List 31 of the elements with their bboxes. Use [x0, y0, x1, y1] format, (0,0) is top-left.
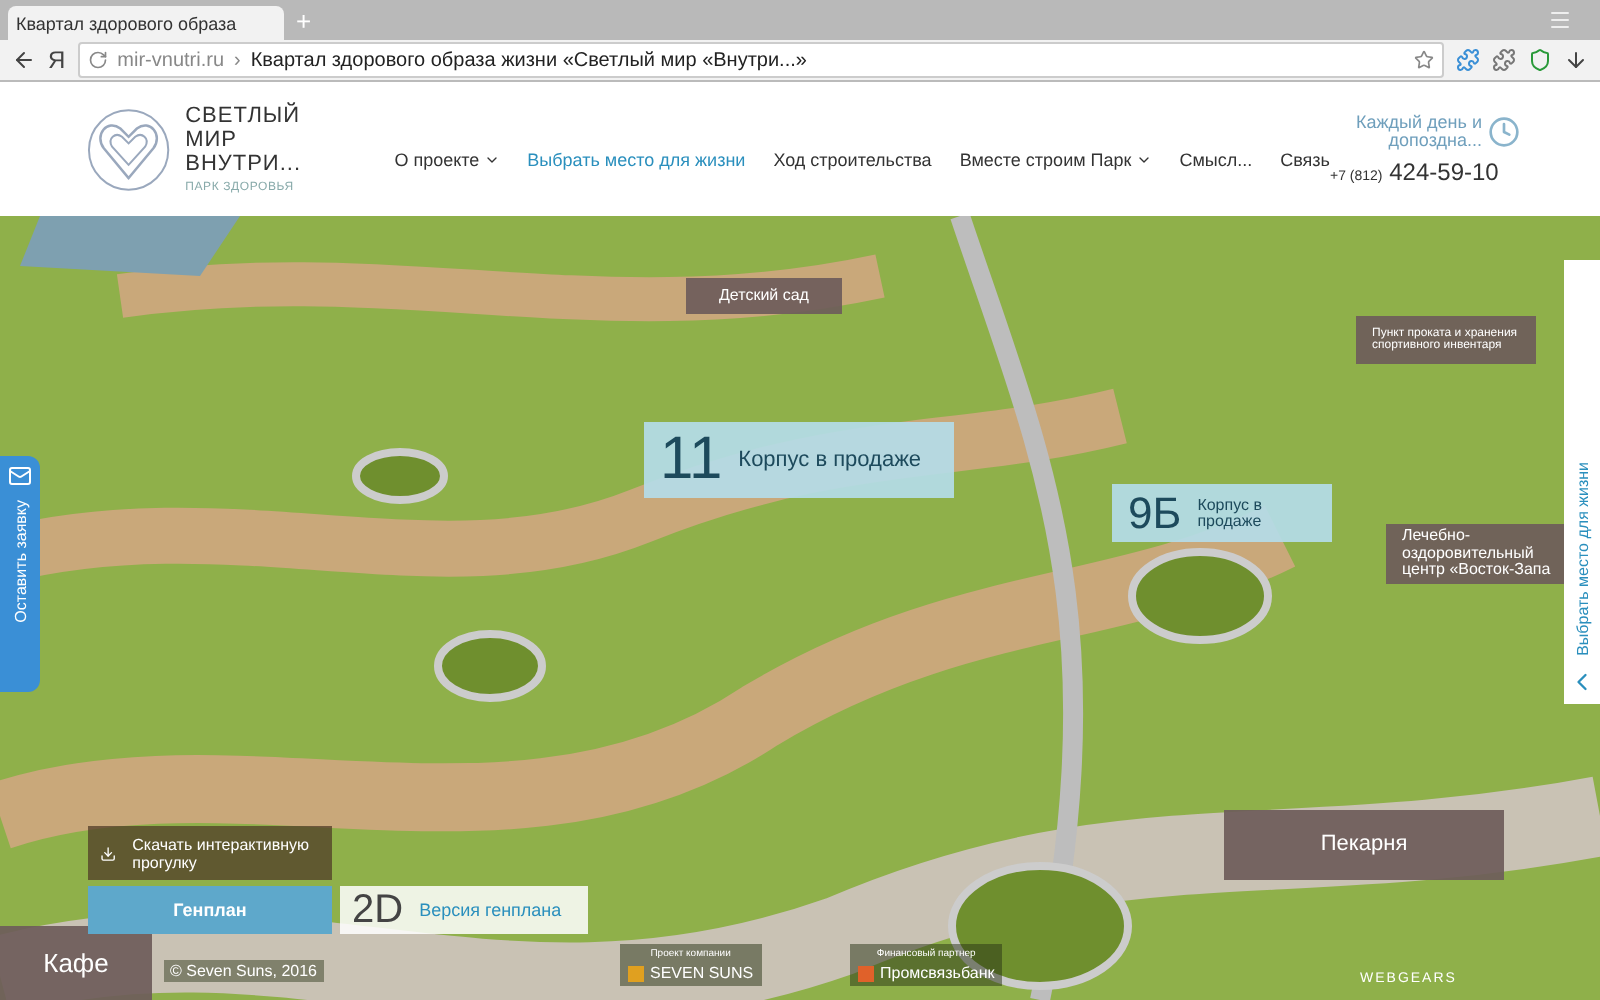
star-icon[interactable]: [1414, 50, 1434, 70]
nav-link[interactable]: О проекте: [394, 149, 500, 169]
copyright-text: © Seven Suns, 2016: [164, 960, 323, 982]
sale-label[interactable]: 11 Корпус в продаже: [644, 422, 954, 498]
venue-label[interactable]: Детский сад: [686, 278, 842, 314]
back-icon[interactable]: [12, 48, 36, 72]
venue-label[interactable]: Лечебно-оздоровительный центр «Восток-Запа: [1386, 524, 1570, 584]
clock-icon: [1488, 115, 1520, 147]
download-tour-link[interactable]: Скачать интерактивную прогулку: [88, 826, 332, 880]
download-icon: [100, 843, 117, 863]
hours-text: Каждый день и допоздна...: [1354, 113, 1482, 149]
extension-icon[interactable]: [1492, 48, 1516, 72]
logo-title: СВЕТЛЫЙ МИР ВНУТРИ...: [185, 104, 304, 176]
address-field[interactable]: mir-vnutri.ru › Квартал здорового образа жизни «Светлый мир «Внутри...»: [77, 42, 1444, 78]
nav-link[interactable]: Смысл...: [1179, 149, 1253, 169]
yandex-button[interactable]: Я: [48, 46, 66, 74]
nav-link[interactable]: Выбрать место для жизни: [527, 149, 746, 169]
venue-label[interactable]: Кафе: [0, 926, 152, 1000]
request-tab[interactable]: Оставить заявку: [0, 456, 40, 692]
venue-label[interactable]: Пекарня: [1224, 810, 1504, 880]
shield-icon[interactable]: [1528, 48, 1552, 72]
nav-link[interactable]: Связь: [1280, 149, 1330, 169]
browser-tab[interactable]: Квартал здорового образа: [8, 6, 284, 40]
side-panel-tab[interactable]: Выбрать место для жизни: [1564, 260, 1600, 704]
extension-icon[interactable]: [1456, 48, 1480, 72]
plan-2d-link[interactable]: 2D Версия генплана: [340, 886, 588, 934]
reload-icon[interactable]: [87, 50, 108, 70]
mail-icon: [8, 464, 32, 488]
nav-link[interactable]: Ход строительства: [773, 149, 932, 169]
nav-link[interactable]: Вместе строим Парк: [959, 149, 1152, 169]
download-icon[interactable]: [1564, 48, 1588, 72]
